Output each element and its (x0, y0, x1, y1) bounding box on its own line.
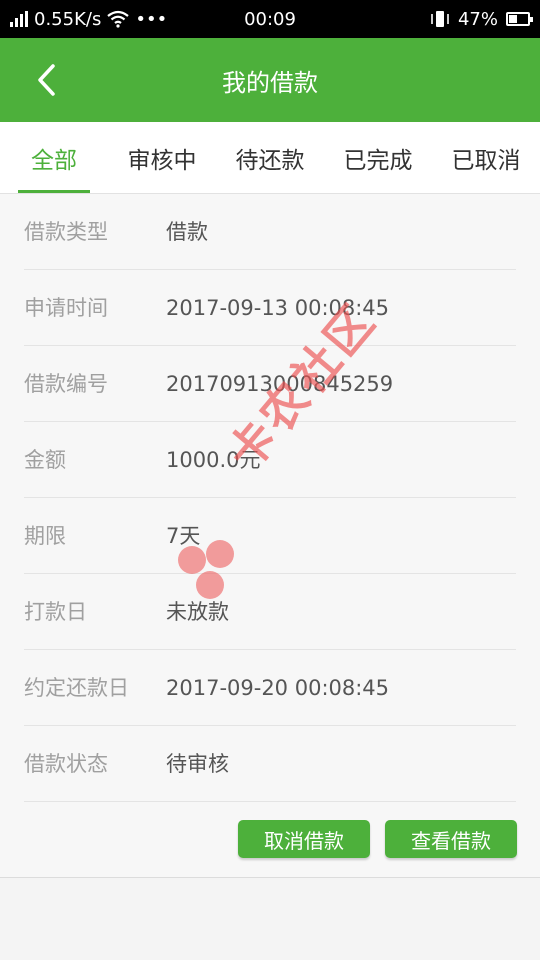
row-value: 未放款 (166, 600, 229, 624)
row-value: 2017-09-13 00:08:45 (166, 296, 390, 320)
row-value: 2017-09-20 00:08:45 (166, 676, 390, 700)
row-amount: 金额 1000.0元 (24, 422, 516, 498)
row-value: 20170913000845259 (166, 372, 394, 396)
row-label: 借款类型 (24, 220, 108, 244)
view-loan-button[interactable]: 查看借款 (385, 820, 517, 858)
row-apply-time: 申请时间 2017-09-13 00:08:45 (24, 270, 516, 346)
status-right: 47% (430, 0, 533, 38)
row-label: 申请时间 (24, 296, 108, 320)
tab-reviewing[interactable]: 审核中 (108, 122, 216, 194)
tab-completed[interactable]: 已完成 (324, 122, 432, 194)
row-value: 7天 (166, 524, 201, 548)
header: 我的借款 (0, 38, 540, 122)
tab-all[interactable]: 全部 (0, 122, 108, 194)
vibrate-icon (431, 11, 449, 27)
row-label: 借款状态 (24, 752, 108, 776)
battery-icon (506, 12, 533, 26)
row-label: 借款编号 (24, 372, 108, 396)
battery-fill (509, 15, 518, 23)
row-value: 待审核 (166, 752, 229, 776)
cancel-loan-button[interactable]: 取消借款 (238, 820, 370, 858)
battery-percent: 47% (457, 8, 498, 30)
tab-cancelled[interactable]: 已取消 (432, 122, 540, 194)
page-title: 我的借款 (222, 68, 318, 97)
status-bar: 0.55K/s ••• 00:09 47% (0, 0, 540, 38)
loan-detail-card: 借款类型 借款 申请时间 2017-09-13 00:08:45 借款编号 20… (0, 194, 540, 878)
row-loan-number: 借款编号 20170913000845259 (24, 346, 516, 422)
tab-bar: 全部 审核中 待还款 已完成 已取消 (0, 122, 540, 194)
tab-active-indicator (18, 190, 90, 193)
row-value: 1000.0元 (166, 448, 261, 472)
clock: 00:09 (244, 8, 296, 30)
row-loan-type: 借款类型 借款 (24, 194, 516, 270)
row-label: 打款日 (24, 600, 87, 624)
tab-pending-repay[interactable]: 待还款 (216, 122, 324, 194)
row-label: 金额 (24, 448, 66, 472)
row-due-date: 约定还款日 2017-09-20 00:08:45 (24, 650, 516, 726)
row-term: 期限 7天 (24, 498, 516, 574)
row-loan-status: 借款状态 待审核 (24, 726, 516, 802)
row-value: 借款 (166, 220, 208, 244)
row-payout-date: 打款日 未放款 (24, 574, 516, 650)
row-label: 约定还款日 (24, 676, 129, 700)
row-label: 期限 (24, 524, 66, 548)
